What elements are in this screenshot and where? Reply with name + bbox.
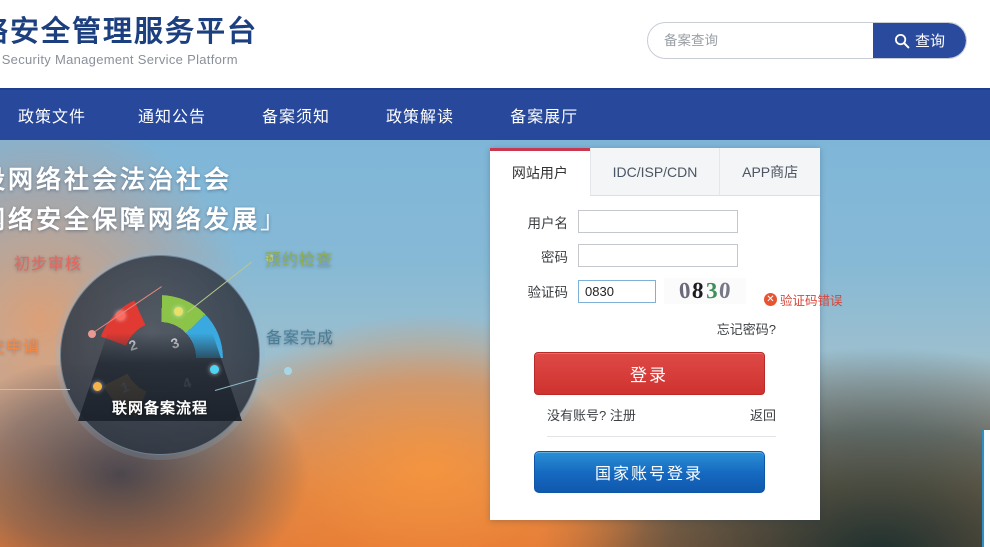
leader-dot-4 [284,367,292,375]
process-dot-1 [93,382,102,391]
captcha-char-3: 3 [705,278,719,304]
captcha-image[interactable]: 0 8 3 0 [664,278,746,304]
process-dot-3 [174,307,183,316]
nav-item-notices[interactable]: 通知公告 [138,97,206,133]
callout-filing-complete: 备案完成 [266,330,335,347]
captcha-char-2: 8 [691,278,706,304]
nav-item-policy-documents[interactable]: 政策文件 [18,97,86,133]
captcha-field-row: 验证码 0 8 3 0 [500,278,798,304]
register-link[interactable]: 注册 [610,408,636,423]
brand-title-en: Network Security Management Service Plat… [0,52,238,67]
login-panel: 网站用户 IDC/ISP/CDN APP商店 用户名 密码 验证码 0 8 30… [490,148,821,520]
callout-submit-application: 提交申请 [0,339,41,356]
password-input[interactable] [578,244,738,267]
search-icon [894,33,910,49]
nav-item-filing-guide[interactable]: 备案须知 [262,97,330,133]
no-account-label: 没有账号? [547,408,607,423]
captcha-error-text: 验证码错误 [780,294,843,308]
captcha-char-1: 0 [677,278,692,304]
login-links-row: 没有账号? 注册 返回 [500,395,798,424]
leader-line-1 [0,389,70,390]
filing-process-infographic: 1 2 3 4 联网备案流程 [60,255,260,455]
brand-title-cn: 网络安全管理服务平台 [0,16,259,48]
back-link[interactable]: 返回 [750,405,776,424]
slogan-bracket: 」 [260,206,289,234]
forgot-password-row: 忘记密码? [500,315,798,339]
login-divider [547,436,776,437]
nav-item-policy-interpretation[interactable]: 政策解读 [386,97,454,133]
leader-dot-2 [88,330,96,338]
captcha-input[interactable] [578,279,656,303]
infographic-caption: 联网备案流程 [111,400,208,417]
register-group: 没有账号? 注册 [547,405,636,424]
forgot-password-link[interactable]: 忘记密码? [717,322,776,337]
national-account-login-button[interactable]: 国家账号登录 [533,451,765,493]
main-nav: 政策文件 通知公告 备案须知 政策解读 备案展厅 [0,88,990,140]
captcha-label: 验证码 [527,285,569,300]
login-tabs: 网站用户 IDC/ISP/CDN APP商店 [490,148,821,196]
nav-item-filing-hall[interactable]: 备案展厅 [510,97,578,133]
captcha-char-4: 0 [717,278,733,304]
tab-website-user[interactable]: 网站用户 [490,148,590,196]
tab-app-store[interactable]: APP商店 [719,148,821,196]
username-field-row: 用户名 [500,210,798,233]
search-button-label: 查询 [914,33,945,50]
site-header: 网络安全管理服务平台 Network Security Management S… [0,0,990,88]
site-brand: 网络安全管理服务平台 Network Security Management S… [0,14,258,69]
callout-appointment-check: 预约检查 [265,252,334,269]
right-edge-panel [982,430,990,547]
login-button[interactable]: 登录 [533,352,765,395]
callout-initial-review: 初步审核 [14,256,83,273]
page-root: 网络安全管理服务平台 Network Security Management S… [0,0,990,547]
username-input[interactable] [578,210,738,233]
slogan-line-1: 建设网络社会法治社会 [0,166,233,194]
password-label: 密码 [541,249,568,265]
banner-slogan: 建设网络社会法治社会 以网络安全保障网络发展」 [0,160,288,240]
search-bar: 查询 [647,22,967,59]
error-circle-icon: ✕ [764,293,777,306]
search-button[interactable]: 查询 [873,23,966,58]
username-label: 用户名 [527,215,569,231]
password-field-row: 密码 [500,244,798,267]
captcha-error-message: ✕ 验证码错误 [764,290,843,309]
slogan-line-2: 以网络安全保障网络发展」 [0,200,288,240]
slogan-line-2-text: 以网络安全保障网络发展 [0,206,261,234]
tab-idc-isp-cdn[interactable]: IDC/ISP/CDN [589,148,720,196]
process-dot-4 [210,365,219,374]
login-form: 用户名 密码 验证码 0 8 3 0 忘记密码? 登录 [490,196,820,493]
search-input[interactable] [648,23,873,58]
